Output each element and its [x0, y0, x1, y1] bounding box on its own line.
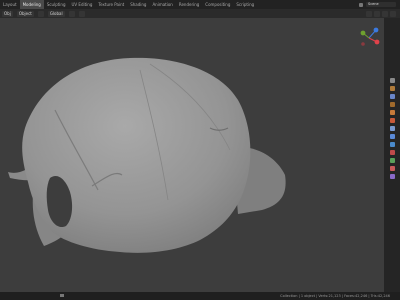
- workspace-bar: Layout Modeling Sculpting UV Editing Tex…: [0, 0, 400, 9]
- workspace-tab-rendering[interactable]: Rendering: [176, 0, 202, 9]
- modifier-icon[interactable]: [389, 134, 395, 139]
- object-props-icon[interactable]: [389, 126, 395, 131]
- gizmo-y-axis[interactable]: [360, 30, 366, 36]
- texture-icon[interactable]: [389, 174, 395, 179]
- constraint-icon[interactable]: [389, 150, 395, 155]
- tool-icon[interactable]: [389, 78, 395, 83]
- workspace-tab-modeling[interactable]: Modeling: [19, 0, 44, 9]
- overlay-icon[interactable]: [366, 10, 372, 17]
- transform-orientation-dropdown[interactable]: Global: [47, 10, 65, 17]
- workspace-tab-shading[interactable]: Shading: [127, 0, 149, 9]
- render-icon[interactable]: [389, 86, 395, 91]
- select-icon[interactable]: [37, 10, 44, 17]
- data-icon[interactable]: [389, 158, 395, 163]
- properties-editor-tabs: [384, 18, 400, 292]
- workspace-tab-compositing[interactable]: Compositing: [202, 0, 233, 9]
- object-menu[interactable]: Object: [16, 10, 34, 17]
- shading-solid-icon[interactable]: [382, 10, 388, 17]
- 3d-viewport[interactable]: [0, 18, 384, 292]
- navigation-gizmo[interactable]: [354, 24, 384, 50]
- material-icon[interactable]: [389, 166, 395, 171]
- shading-material-icon[interactable]: [390, 10, 396, 17]
- mouse-icon: [60, 294, 64, 297]
- gizmo-z-axis[interactable]: [373, 27, 379, 33]
- workspace-tab-uv-editing[interactable]: UV Editing: [69, 0, 96, 9]
- workspace-tab-scripting[interactable]: Scripting: [233, 0, 257, 9]
- gizmo-x-axis[interactable]: [374, 39, 380, 45]
- output-icon[interactable]: [389, 94, 395, 99]
- workspace-tab-animation[interactable]: Animation: [149, 0, 175, 9]
- workspace-tab-texture-paint[interactable]: Texture Paint: [95, 0, 127, 9]
- scene-statistics: Collection | 1 object | Verts:21,123 | F…: [280, 294, 390, 298]
- scene-selector[interactable]: Scene: [366, 2, 396, 7]
- xray-icon[interactable]: [374, 10, 380, 17]
- scene-props-icon[interactable]: [389, 110, 395, 115]
- cap-mesh: [8, 57, 286, 253]
- status-bar: Collection | 1 object | Verts:21,123 | F…: [0, 292, 400, 300]
- workspace-tab-layout[interactable]: Layout: [0, 0, 20, 9]
- view-layer-icon[interactable]: [389, 102, 395, 107]
- workspace-tab-sculpting[interactable]: Sculpting: [44, 0, 69, 9]
- scene-icon[interactable]: [359, 2, 363, 7]
- world-icon[interactable]: [389, 118, 395, 123]
- snap-icon[interactable]: [68, 10, 75, 17]
- physics-icon[interactable]: [389, 142, 395, 147]
- proportional-edit-icon[interactable]: [78, 10, 85, 17]
- viewport-header: Obj Object Global: [0, 9, 400, 18]
- mode-selector[interactable]: Obj: [2, 10, 13, 17]
